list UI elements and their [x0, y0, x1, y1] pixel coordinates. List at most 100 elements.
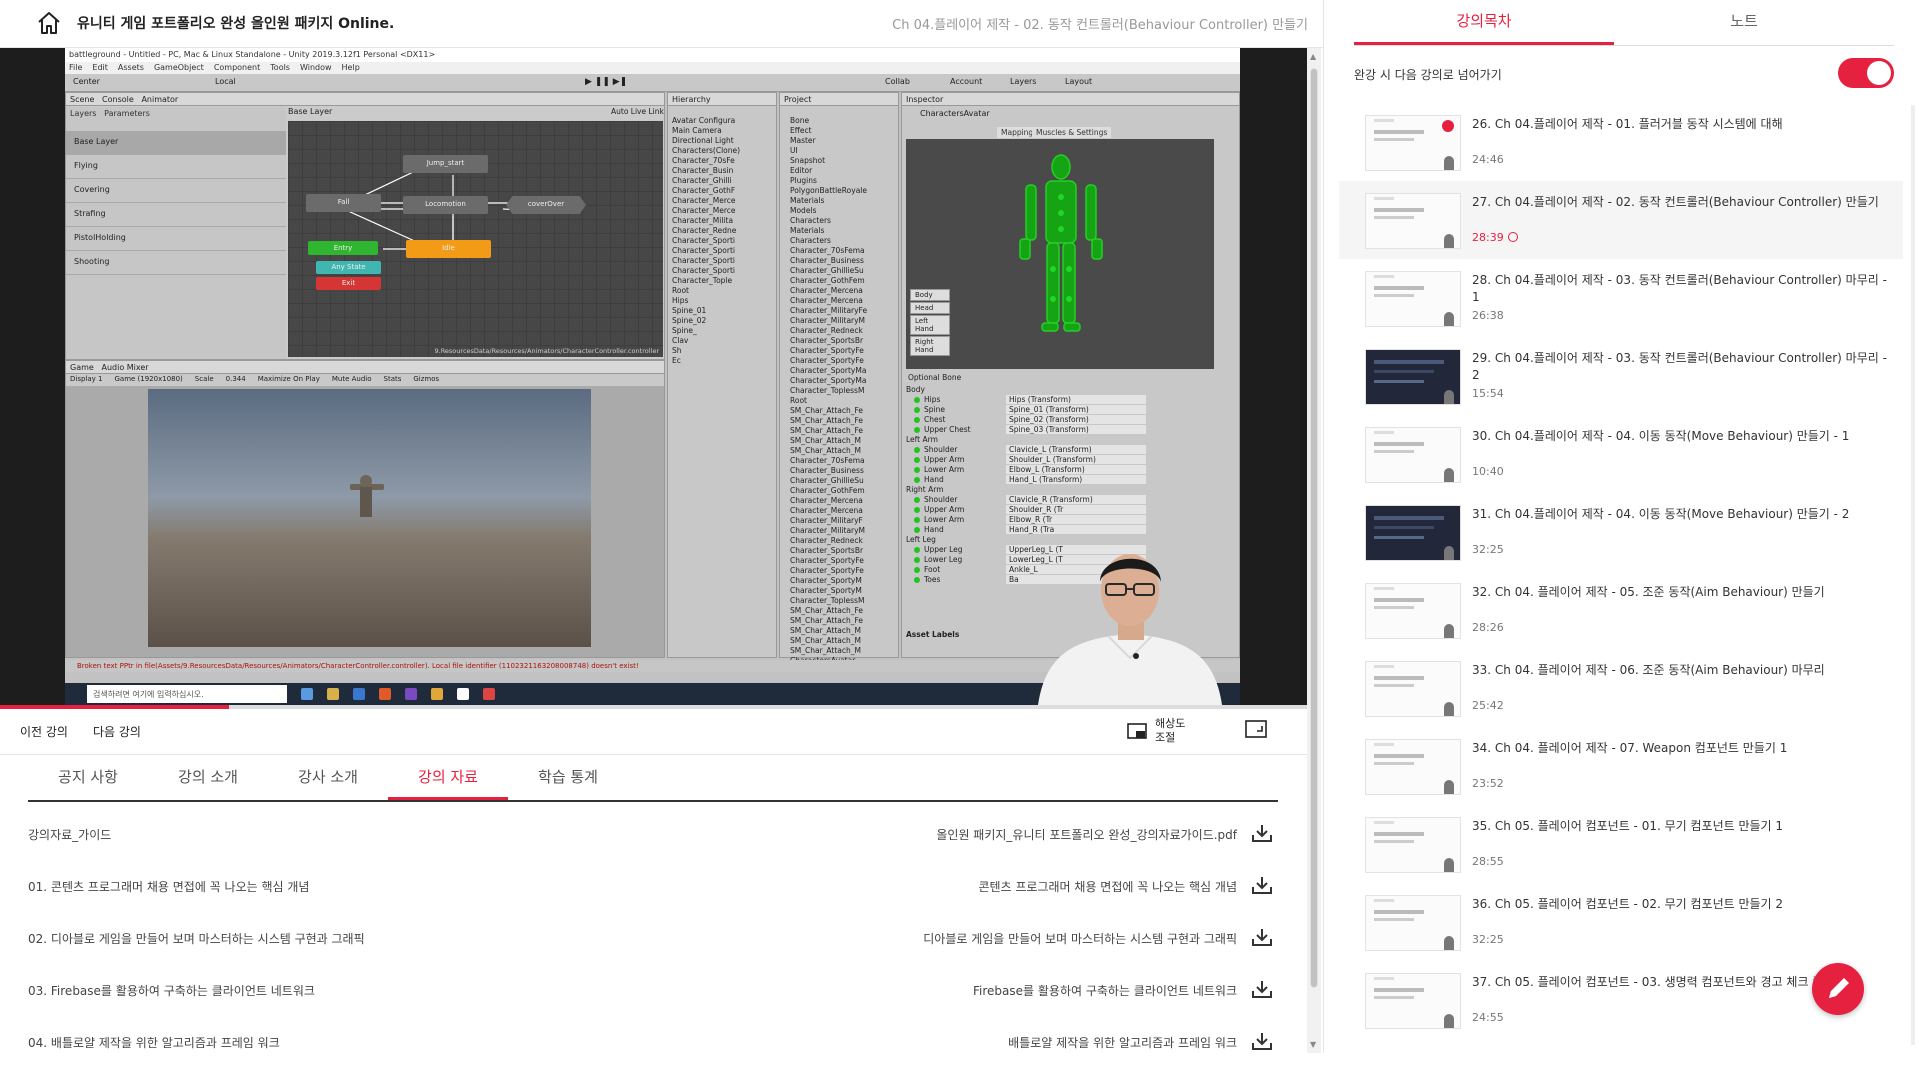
sidebar-tab-노트[interactable]: 노트 — [1614, 0, 1874, 45]
material-file-link[interactable]: 콘텐츠 프로그래머 채용 면접에 꼭 나오는 핵심 개념 — [978, 878, 1237, 895]
expand-icon[interactable] — [1245, 720, 1267, 744]
lesson-item[interactable]: 31. Ch 04.플레이어 제작 - 04. 이동 동작(Move Behav… — [1339, 493, 1903, 571]
inspector-object: CharactersAvatar — [920, 109, 990, 118]
download-icon[interactable] — [1251, 979, 1273, 999]
tab-강사 소개[interactable]: 강사 소개 — [268, 756, 388, 800]
project-item: Character_ToplessM — [790, 596, 865, 605]
thumb-line — [1374, 977, 1394, 980]
thumb-line — [1374, 130, 1424, 134]
lesson-thumbnail — [1365, 661, 1461, 717]
project-item: Character_GhillieSu — [790, 476, 864, 485]
autoplay-toggle[interactable] — [1838, 58, 1894, 88]
hierarchy-item: Characters(Clone) — [672, 146, 741, 155]
material-file-link[interactable]: 디아블로 게임을 만들어 보며 마스터하는 시스템 구현과 그래픽 — [923, 930, 1237, 947]
project-item: SM_Char_Attach_M — [790, 446, 861, 455]
play-controls: ▶ ❚❚ ▶❚ — [585, 77, 628, 87]
check-circle-icon — [1442, 120, 1454, 132]
unity-menu-item: Help — [341, 63, 360, 72]
hierarchy-item: Character_Milita — [672, 216, 734, 225]
material-file-link[interactable]: 올인원 패키지_유니티 포트폴리오 완성_강의자료가이드.pdf — [936, 826, 1237, 843]
game-bar-item: Maximize On Play — [257, 375, 320, 383]
material-file-link[interactable]: Firebase를 활용하여 구축하는 클라이언트 네트워크 — [973, 982, 1237, 999]
state-exit: Exit — [316, 277, 381, 290]
scrollbar-thumb[interactable] — [1310, 68, 1318, 988]
tab-강의 자료[interactable]: 강의 자료 — [388, 756, 508, 800]
material-name: 강의자료_가이드 — [28, 828, 112, 842]
lesson-item[interactable]: 36. Ch 05. 플레이어 컴포넌트 - 02. 무기 컴포넌트 만들기 2… — [1339, 883, 1903, 961]
sidebar-tab-강의목차[interactable]: 강의목차 — [1354, 0, 1614, 45]
bone-name: Toes — [924, 575, 941, 584]
lesson-title: 27. Ch 04.플레이어 제작 - 02. 동작 컨트롤러(Behaviou… — [1472, 195, 1879, 209]
materials-list: 강의자료_가이드 올인원 패키지_유니티 포트폴리오 완성_강의자료가이드.pdf… — [28, 810, 1273, 1070]
sidebar-scrollbar[interactable] — [1911, 105, 1915, 1045]
bone-section: Left Arm — [906, 435, 938, 444]
lesson-item[interactable]: 26. Ch 04.플레이어 제작 - 01. 플러거블 동작 시스템에 대해 2… — [1339, 103, 1903, 181]
main-scrollbar[interactable]: ▲ ▼ — [1307, 48, 1321, 1053]
task-icon-7 — [457, 688, 469, 700]
animator-layer-row: PistolHolding — [66, 227, 286, 251]
clock-icon — [1507, 232, 1518, 242]
state-jump-start: Jump_start — [403, 155, 488, 173]
lesson-item[interactable]: 27. Ch 04.플레이어 제작 - 02. 동작 컨트롤러(Behaviou… — [1339, 181, 1903, 259]
hierarchy-item: Character_Busin — [672, 166, 734, 175]
lesson-item[interactable]: 29. Ch 04.플레이어 제작 - 03. 동작 컨트롤러(Behaviou… — [1339, 337, 1903, 415]
scroll-up-icon[interactable]: ▲ — [1310, 52, 1316, 61]
scroll-down-icon[interactable]: ▼ — [1310, 1040, 1316, 1049]
thumb-line — [1374, 840, 1414, 843]
resolution-button[interactable]: 해상도 조절 — [1127, 717, 1195, 745]
download-icon[interactable] — [1251, 1031, 1273, 1051]
thumb-person — [1444, 936, 1454, 950]
lesson-duration: 25:42 — [1472, 699, 1504, 712]
bone-transform-field: Shoulder_L (Transform) — [1006, 455, 1146, 464]
taskbar-search: 검색하려면 여기에 입력하십시오. — [87, 685, 287, 703]
hierarchy-item: Avatar Configura — [672, 116, 736, 125]
thumb-person — [1444, 780, 1454, 794]
tab-강의 소개[interactable]: 강의 소개 — [148, 756, 268, 800]
task-icon-1 — [301, 688, 313, 700]
autoplay-label: 완강 시 다음 강의로 넘어가기 — [1354, 68, 1502, 82]
download-icon[interactable] — [1251, 927, 1273, 947]
thumb-line — [1374, 431, 1394, 434]
lesson-duration: 28:55 — [1472, 855, 1504, 868]
asset-labels: Asset Labels — [906, 630, 960, 639]
pencil-icon[interactable] — [1812, 963, 1864, 1015]
home-icon[interactable] — [36, 10, 62, 36]
lesson-item[interactable]: 33. Ch 04. 플레이어 제작 - 06. 조준 동작(Aim Behav… — [1339, 649, 1903, 727]
state-any: Any State — [316, 261, 381, 274]
tab-공지 사항[interactable]: 공지 사항 — [28, 756, 148, 800]
thumb-line — [1374, 899, 1394, 902]
tab-학습 통계[interactable]: 학습 통계 — [508, 756, 628, 800]
lesson-title: 30. Ch 04.플레이어 제작 - 04. 이동 동작(Move Behav… — [1472, 429, 1850, 443]
lesson-duration: 32:25 — [1472, 543, 1504, 556]
lesson-item[interactable]: 30. Ch 04.플레이어 제작 - 04. 이동 동작(Move Behav… — [1339, 415, 1903, 493]
next-lesson-button[interactable]: 다음 강의 — [93, 723, 141, 740]
bone-dot-icon — [914, 547, 920, 553]
project-item: Character_Mercena — [790, 296, 863, 305]
lesson-item[interactable]: 32. Ch 04. 플레이어 제작 - 05. 조준 동작(Aim Behav… — [1339, 571, 1903, 649]
bone-transform-field: Spine_01 (Transform) — [1006, 405, 1146, 414]
game-bar-item: Scale — [194, 375, 214, 383]
video-player[interactable]: battleground - Untitled - PC, Mac & Linu… — [0, 48, 1307, 705]
lesson-title: 31. Ch 04.플레이어 제작 - 04. 이동 동작(Move Behav… — [1472, 507, 1850, 521]
layers-list: Layers Parameters Base Layer Flying Coveri… — [66, 107, 286, 359]
bone-name: Spine — [924, 405, 945, 414]
thumb-person — [1444, 546, 1454, 560]
lesson-list: 26. Ch 04.플레이어 제작 - 01. 플러거블 동작 시스템에 대해 2… — [1339, 103, 1903, 1053]
game-bar-item: 0.344 — [225, 375, 246, 383]
thumb-line — [1374, 370, 1434, 373]
lesson-title: 29. Ch 04.플레이어 제작 - 03. 동작 컨트롤러(Behaviou… — [1472, 351, 1887, 382]
download-icon[interactable] — [1251, 875, 1273, 895]
prev-lesson-button[interactable]: 이전 강의 — [20, 723, 68, 740]
download-icon[interactable] — [1251, 823, 1273, 843]
project-item: SM_Char_Attach_Fe — [790, 616, 864, 625]
lesson-duration: 10:40 — [1472, 465, 1504, 478]
lesson-item[interactable]: 28. Ch 04.플레이어 제작 - 03. 동작 컨트롤러(Behaviou… — [1339, 259, 1903, 337]
project-item: PolygonBattleRoyale — [790, 186, 867, 195]
lesson-item[interactable]: 35. Ch 05. 플레이어 컴포넌트 - 01. 무기 컴포넌트 만들기 1… — [1339, 805, 1903, 883]
material-file-link[interactable]: 배틀로얄 제작을 위한 알고리즘과 프레임 워크 — [1008, 1034, 1237, 1051]
material-row: 01. 콘텐츠 프로그래머 채용 면접에 꼭 나오는 핵심 개념 콘텐츠 프로그래… — [28, 862, 1273, 914]
lesson-item[interactable]: 34. Ch 04. 플레이어 제작 - 07. Weapon 컴포넌트 만들기… — [1339, 727, 1903, 805]
project-item: Character_Mercena — [790, 496, 863, 505]
lesson-thumbnail — [1365, 271, 1461, 327]
lesson-thumbnail — [1365, 115, 1461, 171]
